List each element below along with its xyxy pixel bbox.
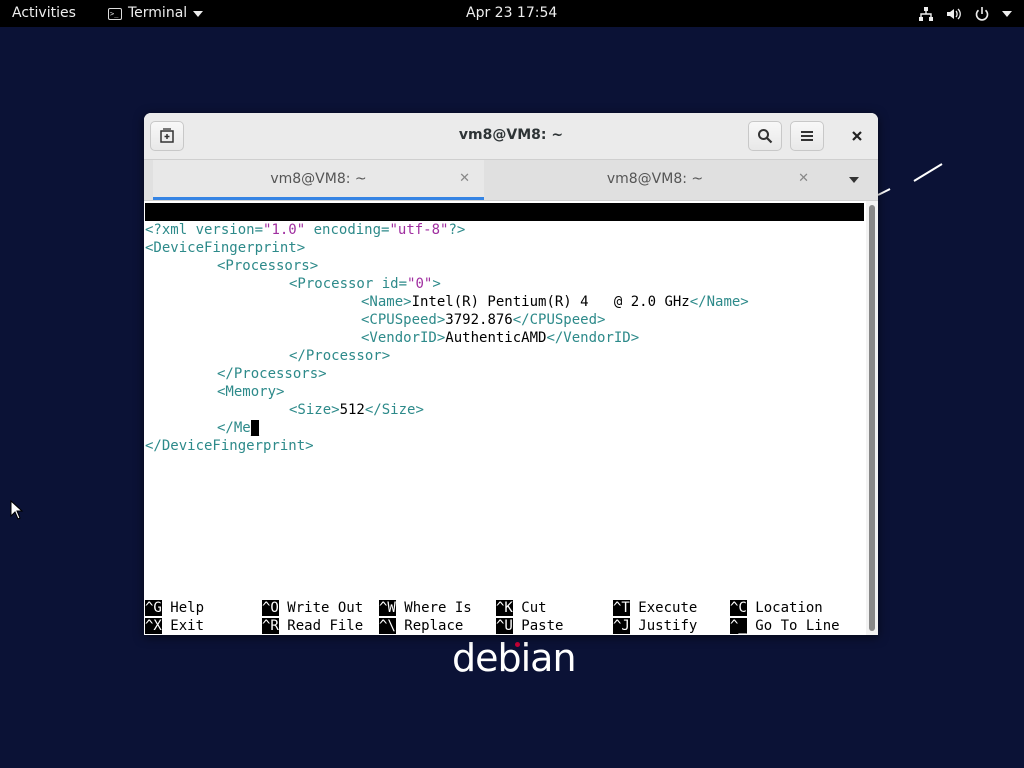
terminal-scrollbar[interactable]	[866, 201, 878, 635]
chevron-down-icon	[1002, 10, 1012, 17]
header-bar[interactable]: vm8@VM8: ~	[144, 113, 878, 160]
scrollbar-thumb[interactable]	[869, 205, 875, 631]
desktop-decoration	[877, 163, 943, 196]
mouse-pointer-icon	[10, 500, 24, 520]
shortcut-read-file[interactable]: ^R Read File	[262, 617, 363, 635]
shortcut-justify[interactable]: ^J Justify	[613, 617, 697, 635]
tab-bar: vm8@VM8: ~ ✕ vm8@VM8: ~ ✕	[144, 160, 878, 201]
shortcut-where-is[interactable]: ^W Where Is	[379, 599, 472, 617]
top-bar: Activities >_ Terminal Apr 23 17:54	[0, 0, 1024, 27]
volume-icon	[947, 8, 961, 19]
clock[interactable]: Apr 23 17:54	[466, 0, 557, 27]
search-button[interactable]	[748, 121, 782, 151]
shortcut-location[interactable]: ^C Location	[730, 599, 823, 617]
shortcut-exit[interactable]: ^X Exit	[145, 617, 204, 635]
code-line-10: <Memory>	[217, 384, 285, 400]
terminal-icon: >_	[108, 7, 122, 20]
code-line-12: </Me_	[217, 420, 260, 436]
code-line-6: <CPUSpeed>3792.876</CPUSpeed>	[361, 312, 606, 328]
app-menu-terminal[interactable]: >_ Terminal	[108, 0, 204, 27]
new-tab-button[interactable]	[150, 121, 184, 151]
shortcut-replace[interactable]: ^\ Replace	[379, 617, 463, 635]
code-line-2: <DeviceFingerprint>	[145, 240, 306, 256]
code-line-5: <Name>Intel(R) Pentium(R) 4 @ 2.0 GHz</N…	[361, 294, 749, 310]
tab-label: vm8@VM8: ~	[270, 171, 367, 187]
power-icon	[975, 6, 989, 21]
debian-logo-dot	[515, 642, 520, 647]
shortcut-go-to-line[interactable]: ^_ Go To Line	[730, 617, 840, 635]
tab-2[interactable]: vm8@VM8: ~ ✕	[487, 160, 823, 200]
terminal-content[interactable]: GNU nano 5.4 devicefingerprint.xml * <?x…	[144, 201, 866, 635]
code-line-7: <VendorID>AuthenticAMD</VendorID>	[361, 330, 640, 346]
close-window-button[interactable]	[840, 121, 874, 151]
system-tray[interactable]	[918, 0, 1012, 27]
code-line-4: <Processor id="0">	[289, 276, 441, 292]
tab-list-dropdown-icon[interactable]	[848, 176, 860, 184]
hamburger-menu-button[interactable]	[790, 121, 824, 151]
activities-button[interactable]: Activities	[12, 0, 76, 27]
text-cursor: _	[250, 420, 260, 436]
nano-filename: devicefingerprint.xml *	[433, 240, 627, 256]
debian-logo: debian	[452, 636, 577, 680]
code-line-9: </Processors>	[217, 366, 327, 382]
code-line-1: <?xml version="1.0" encoding="utf-8"?>	[145, 222, 466, 238]
tab-label: vm8@VM8: ~	[606, 171, 704, 187]
shortcut-paste[interactable]: ^U Paste	[496, 617, 563, 635]
app-menu-label: Terminal	[128, 5, 188, 21]
shortcut-cut[interactable]: ^K Cut	[496, 599, 547, 617]
terminal-window: vm8@VM8: ~ vm8@VM8: ~ ✕ vm8@VM8: ~ ✕ GNU…	[144, 113, 878, 635]
new-tab-icon	[160, 128, 174, 143]
code-line-8: </Processor>	[289, 348, 391, 364]
hamburger-menu-icon	[801, 131, 813, 141]
code-line-11: <Size>512</Size>	[289, 402, 424, 418]
tab-close-icon[interactable]: ✕	[798, 160, 809, 198]
debian-logo-text: debian	[452, 636, 577, 680]
chevron-down-icon	[193, 10, 204, 17]
shortcut-help[interactable]: ^G Help	[145, 599, 204, 617]
search-icon	[758, 129, 773, 144]
close-icon	[852, 131, 862, 141]
shortcut-execute[interactable]: ^T Execute	[613, 599, 697, 617]
tab-close-icon[interactable]: ✕	[459, 160, 470, 198]
shortcut-write-out[interactable]: ^O Write Out	[262, 599, 363, 617]
nano-title-bar: GNU nano 5.4 devicefingerprint.xml *	[145, 203, 864, 256]
code-line-3: <Processors>	[217, 258, 319, 274]
code-line-13: </DeviceFingerprint>	[145, 438, 314, 454]
network-icon	[919, 6, 933, 21]
tab-1[interactable]: vm8@VM8: ~ ✕	[153, 160, 484, 200]
